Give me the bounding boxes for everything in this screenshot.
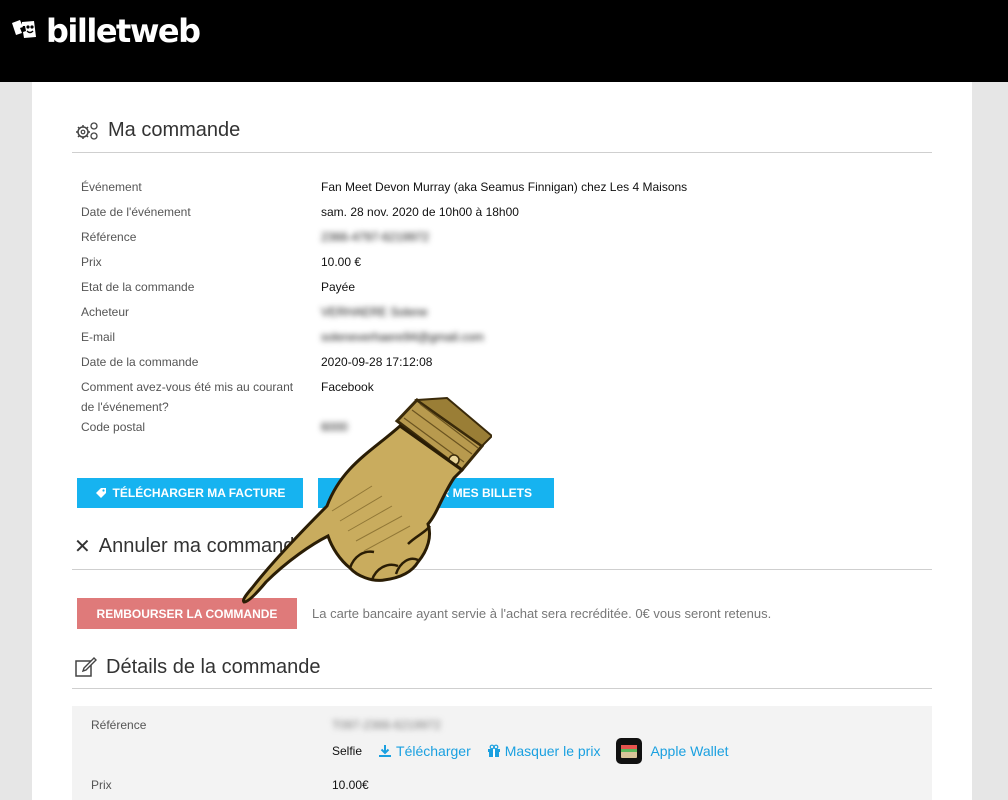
info-value: soleneverhaere94@gmail.com — [321, 330, 484, 344]
info-value: Payée — [321, 280, 356, 294]
billetweb-logo[interactable]: billetweb — [10, 12, 201, 50]
ticket-type: Selfie — [332, 744, 363, 758]
info-value: Fan Meet Devon Murray (aka Seamus Finnig… — [321, 180, 688, 194]
info-value: 10.00 € — [321, 255, 362, 269]
details-price-label: Prix — [91, 778, 112, 792]
info-value: VERHAERE Solene — [321, 305, 428, 319]
details-reference-value: T097-2366-6219972 — [332, 718, 441, 732]
refund-note: La carte bancaire ayant servie à l'achat… — [312, 606, 772, 621]
info-row-price: Prix 10.00 € — [81, 252, 361, 272]
info-label: E-mail — [81, 330, 116, 344]
tag-icon — [95, 488, 106, 498]
close-icon: ✕ — [74, 535, 91, 558]
info-label: Référence — [81, 230, 137, 244]
top-bar: billetweb — [0, 0, 1008, 82]
edit-icon — [75, 656, 97, 677]
info-row-event-date: Date de l'événement sam. 28 nov. 2020 de… — [81, 202, 519, 222]
order-section-title: Ma commande — [74, 119, 240, 142]
info-row-buyer: Acheteur VERHAERE Solene — [81, 302, 428, 322]
info-row-status: Etat de la commande Payée — [81, 277, 355, 297]
hide-price-label: Masquer le prix — [504, 743, 601, 759]
order-title: Ma commande — [108, 119, 241, 141]
apple-wallet-link[interactable]: Apple Wallet — [616, 738, 729, 764]
info-label: Date de l'événement — [81, 205, 191, 219]
hide-price-link[interactable]: Masquer le prix — [487, 743, 601, 759]
info-row-order-date: Date de la commande 2020-09-28 17:12:08 — [81, 352, 432, 372]
ticket-details-box: Référence T097-2366-6219972 Selfie Téléc… — [72, 706, 932, 800]
info-row-email: E-mail soleneverhaere94@gmail.com — [81, 327, 484, 347]
details-title: Détails de la commande — [106, 656, 321, 678]
details-price-value: 10.00€ — [332, 778, 369, 792]
info-label: Date de la commande — [81, 355, 199, 369]
divider — [72, 688, 932, 689]
info-label: Événement — [81, 180, 142, 194]
info-label: Etat de la commande — [81, 280, 195, 294]
info-row-event: Événement Fan Meet Devon Murray (aka Sea… — [81, 177, 687, 197]
info-value: 2366-4797-6219972 — [321, 230, 430, 244]
details-section-title: Détails de la commande — [74, 656, 321, 679]
gift-icon — [487, 744, 500, 757]
divider — [72, 152, 932, 153]
gears-icon — [76, 121, 98, 140]
pointing-hand-cursor-icon — [242, 396, 492, 604]
content-panel: Ma commande Événement Fan Meet Devon Mur… — [32, 82, 972, 800]
ticket-actions: Selfie Télécharger Masquer le prix Apple… — [332, 736, 729, 766]
info-label: Acheteur — [81, 305, 130, 319]
details-reference-label: Référence — [91, 718, 147, 732]
wallet-icon — [616, 738, 643, 764]
info-label: Prix — [81, 255, 102, 269]
ticket-logo-icon — [12, 20, 36, 38]
download-icon — [379, 745, 392, 757]
refund-order-label: REMBOURSER LA COMMANDE — [96, 606, 278, 621]
apple-wallet-label: Apple Wallet — [650, 743, 729, 759]
info-value: sam. 28 nov. 2020 de 10h00 à 18h00 — [321, 205, 519, 219]
info-row-reference: Référence 2366-4797-6219972 — [81, 227, 429, 247]
download-ticket-link[interactable]: Télécharger — [378, 743, 471, 759]
divider — [72, 569, 932, 570]
info-value: 2020-09-28 17:12:08 — [321, 355, 433, 369]
download-ticket-label: Télécharger — [396, 743, 471, 759]
brand-name: billetweb — [46, 12, 201, 50]
